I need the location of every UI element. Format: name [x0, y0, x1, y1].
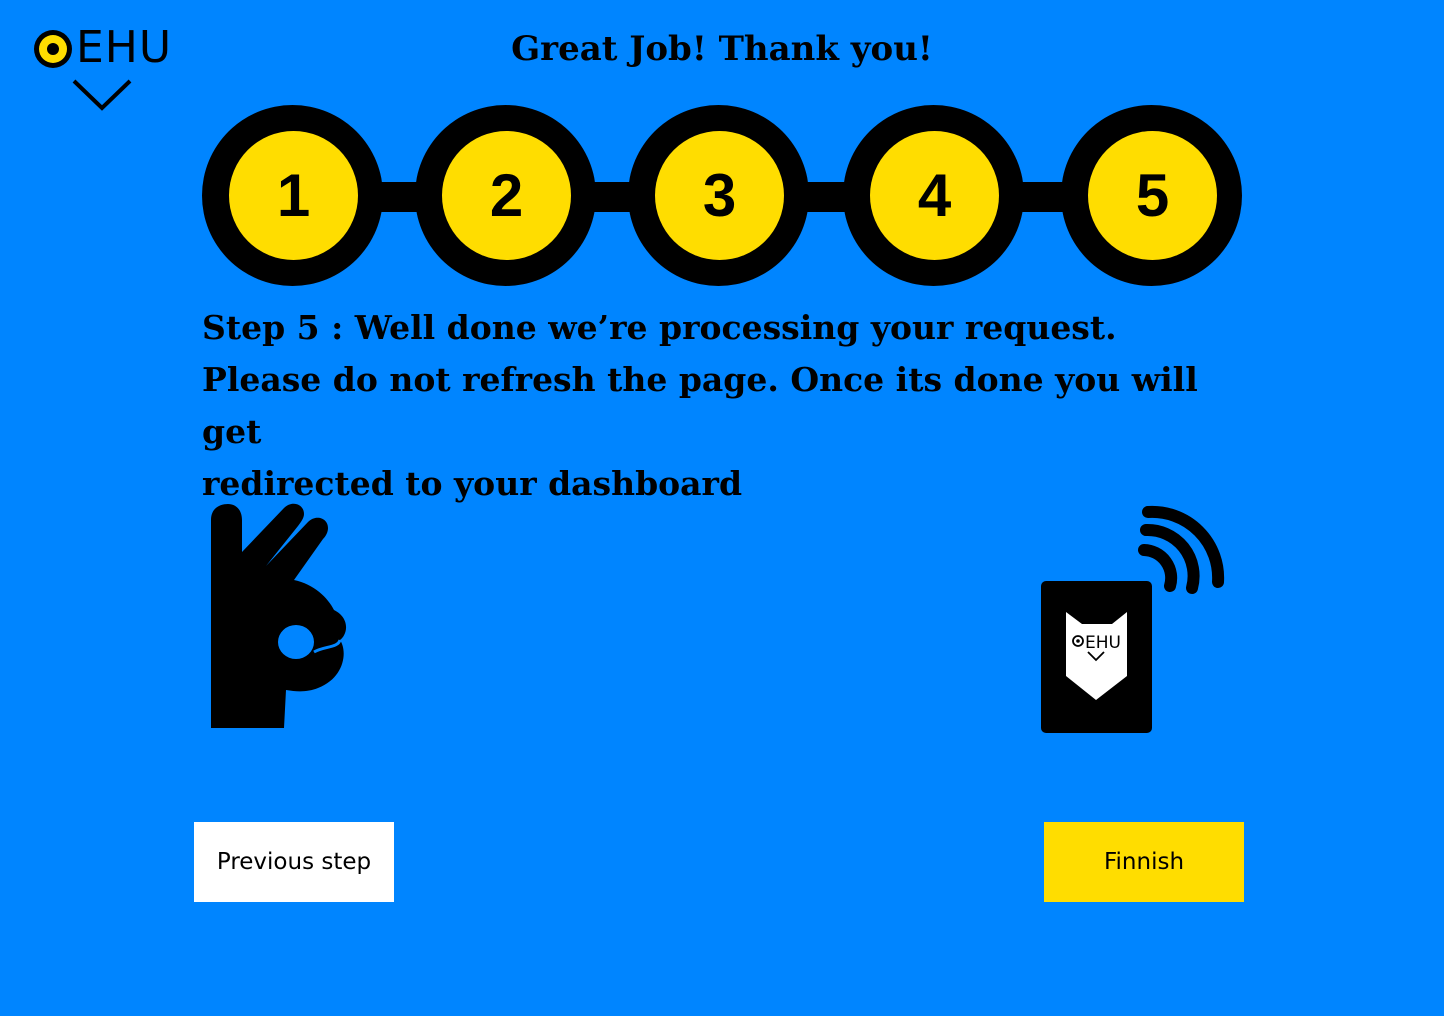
finish-button[interactable]: Finnish [1044, 822, 1244, 902]
step-3-label: 3 [655, 131, 784, 260]
step-5: 5 [1061, 105, 1242, 286]
ok-hand-icon [211, 503, 347, 728]
step-3: 3 [628, 105, 809, 286]
page-title: Great Job! Thank you! [511, 29, 933, 69]
previous-step-button[interactable]: Previous step [194, 822, 394, 902]
step-2-label: 2 [442, 131, 571, 260]
step-1-label: 1 [229, 131, 358, 260]
progress-stepper: 1 2 3 4 5 [202, 105, 1242, 286]
status-message: Step 5 : Well done we’re processing your… [202, 302, 1242, 510]
step-2: 2 [415, 105, 596, 286]
step-4: 4 [843, 105, 1024, 286]
step-1: 1 [202, 105, 383, 286]
status-message-line-3: redirected to your dashboard [202, 464, 743, 503]
card-logo-text: EHU [1085, 633, 1121, 653]
step-5-label: 5 [1088, 131, 1217, 260]
step-4-label: 4 [870, 131, 999, 260]
status-message-line-2: Please do not refresh the page. Once its… [202, 360, 1198, 451]
chevron-down-icon [72, 79, 132, 111]
status-message-line-1: Step 5 : Well done we’re processing your… [202, 308, 1117, 347]
nfc-card-icon: EHU [1041, 505, 1225, 733]
